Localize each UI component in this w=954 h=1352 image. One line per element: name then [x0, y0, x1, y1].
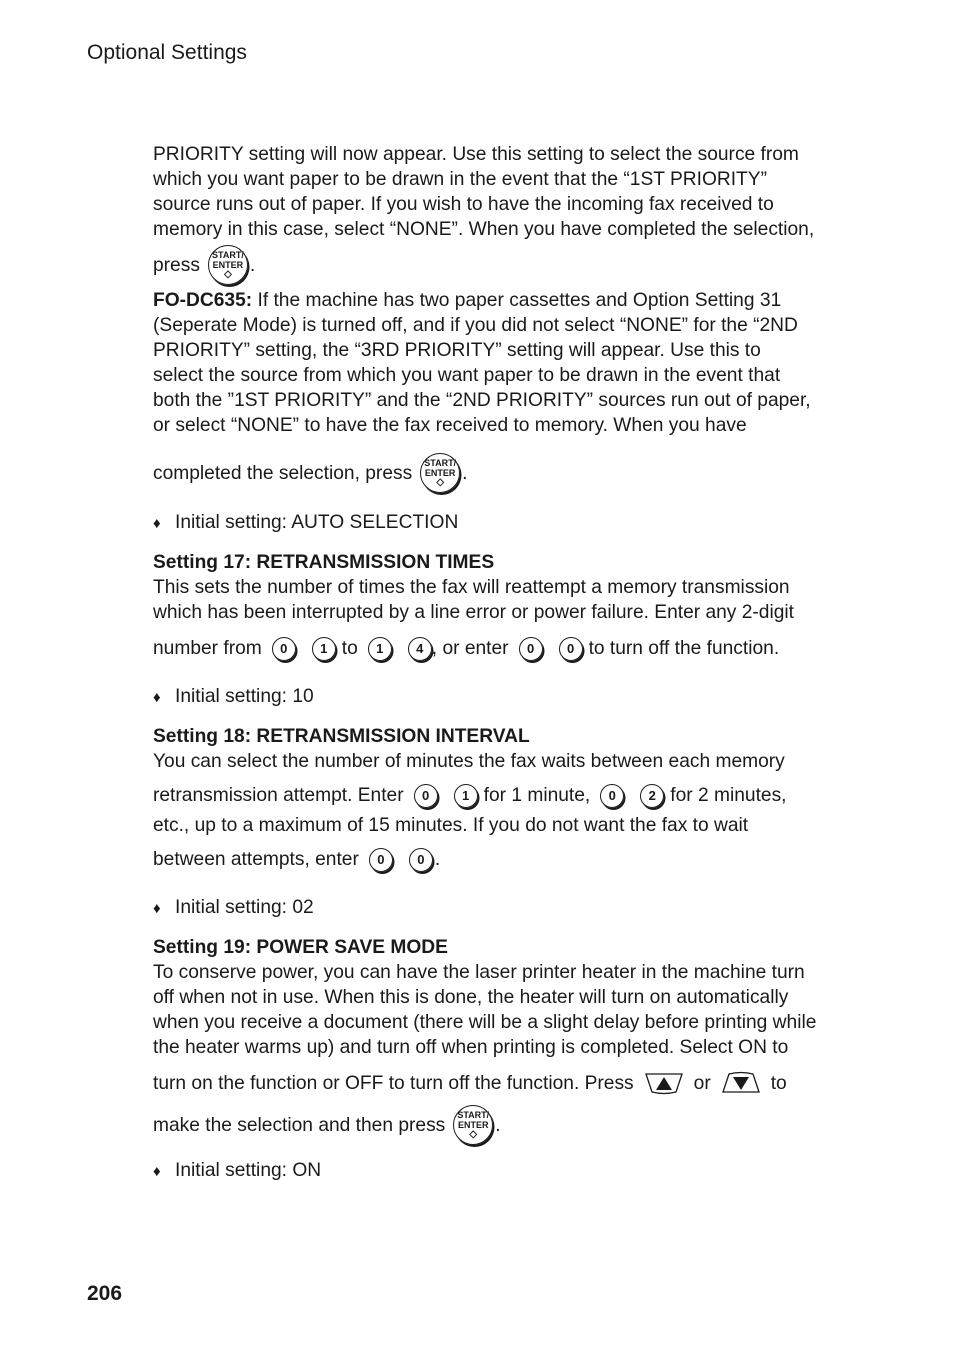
- key-2-icon: 2: [640, 783, 665, 808]
- period: .: [249, 254, 256, 276]
- press-label: press: [153, 254, 200, 276]
- paragraph-line: off when not in use. When this is done, …: [153, 987, 789, 1008]
- text: for 2 minutes,: [670, 785, 787, 806]
- start-enter-key-icon: START/ ENTER ◇: [420, 453, 461, 493]
- text: Initial setting: 02: [175, 897, 314, 918]
- period: .: [495, 1114, 501, 1136]
- setting-17-heading: Setting 17: RETRANSMISSION TIMES: [153, 552, 495, 573]
- paragraph-line: when you receive a document (there will …: [153, 1012, 817, 1033]
- paragraph-line: source runs out of paper. If you wish to…: [153, 194, 774, 215]
- text: retransmission attempt. Enter: [153, 785, 404, 806]
- paragraph-line: select the source from which you want pa…: [153, 365, 781, 386]
- initial-setting: ♦ Initial setting: 02: [153, 895, 853, 921]
- paragraph-line: To conserve power, you can have the lase…: [153, 962, 805, 983]
- paragraph-line: or select “NONE” to have the fax receive…: [153, 415, 747, 436]
- paragraph-line: which has been interrupted by a line err…: [153, 602, 794, 623]
- text: turn on the function or OFF to turn off …: [153, 1072, 634, 1094]
- number-range-line: number from 0 1 to 1 4 , or enter 0 0 to…: [153, 631, 853, 666]
- text: to turn off the function.: [588, 638, 780, 659]
- key-0-icon: 0: [413, 783, 438, 808]
- paragraph-line: FO-DC635: If the machine has two paper c…: [153, 288, 853, 313]
- start-symbol-icon: ◇: [436, 477, 445, 488]
- paragraph-line: You can select the number of minutes the…: [153, 751, 785, 772]
- paragraph-line: PRIORITY setting will now appear. Use th…: [153, 144, 799, 165]
- start-enter-key-icon: START/ ENTER ◇: [453, 1105, 494, 1145]
- key-1-icon: 1: [453, 783, 478, 808]
- key-0-icon: 0: [558, 636, 583, 661]
- text: Initial setting: AUTO SELECTION: [175, 512, 459, 533]
- setting-18-heading: Setting 18: RETRANSMISSION INTERVAL: [153, 726, 530, 747]
- key-1-icon: 1: [367, 636, 392, 661]
- text: Initial setting: ON: [175, 1160, 322, 1181]
- between-line: between attempts, enter 0 0 .: [153, 842, 853, 877]
- paragraph-line: both the ”1ST PRIORITY” and the “2ND PRI…: [153, 390, 811, 411]
- paragraph-line: etc., up to a maximum of 15 minutes. If …: [153, 815, 749, 836]
- paragraph-line: This sets the number of times the fax wi…: [153, 577, 790, 598]
- initial-setting: ♦ Initial setting: 10: [153, 684, 853, 710]
- setting-19-heading: Setting 19: POWER SAVE MODE: [153, 937, 448, 958]
- retrans-line: retransmission attempt. Enter 0 1 for 1 …: [153, 778, 853, 813]
- start-symbol-icon: ◇: [469, 1129, 478, 1140]
- model-label: FO-DC635:: [153, 290, 253, 311]
- key-1-icon: 1: [311, 636, 336, 661]
- text: completed the selection, press: [153, 462, 413, 484]
- key-4-icon: 4: [407, 636, 432, 661]
- text: make the selection and then press: [153, 1114, 446, 1136]
- text: to: [341, 638, 358, 659]
- text: If the machine has two paper cassettes a…: [252, 290, 782, 311]
- bullet-icon: ♦: [153, 689, 161, 706]
- page-content: PRIORITY setting will now appear. Use th…: [153, 142, 853, 1198]
- paragraph-line: which you want paper to be drawn in the …: [153, 169, 767, 190]
- key-0-icon: 0: [518, 636, 543, 661]
- text: to: [770, 1072, 787, 1094]
- key-0-icon: 0: [271, 636, 296, 661]
- text: Initial setting: 10: [175, 686, 314, 707]
- text: for 1 minute,: [483, 785, 591, 806]
- key-0-icon: 0: [600, 783, 625, 808]
- initial-setting: ♦ Initial setting: ON: [153, 1158, 853, 1184]
- up-arrow-key-icon: [644, 1071, 684, 1095]
- bullet-icon: ♦: [153, 1163, 161, 1180]
- text: between attempts, enter: [153, 849, 359, 870]
- paragraph-line: PRIORITY” setting, the “3RD PRIORITY” se…: [153, 340, 761, 361]
- make-selection-line: make the selection and then press START/…: [153, 1102, 853, 1148]
- key-0-icon: 0: [408, 847, 433, 872]
- press-arrows-line: turn on the function or OFF to turn off …: [153, 1060, 853, 1102]
- period: .: [462, 462, 468, 484]
- text: , or enter: [431, 638, 509, 659]
- key-text: START/: [212, 250, 244, 260]
- start-symbol-icon: ◇: [224, 269, 232, 280]
- paragraph-line: the heater warms up) and turn off when p…: [153, 1037, 789, 1058]
- press-line: press START/ ENTER ◇ .: [153, 242, 853, 288]
- paragraph-line: memory in this case, select “NONE”. When…: [153, 219, 815, 240]
- paragraph-line: (Seperate Mode) is turned off, and if yo…: [153, 315, 798, 336]
- key-text: START/: [424, 458, 457, 468]
- bullet-icon: ♦: [153, 900, 161, 917]
- text: or: [693, 1072, 711, 1094]
- initial-setting: ♦ Initial setting: AUTO SELECTION: [153, 510, 853, 536]
- page-number: 206: [87, 1282, 123, 1305]
- down-arrow-key-icon: [721, 1071, 761, 1095]
- section-title: Optional Settings: [87, 41, 247, 64]
- period: .: [434, 849, 441, 870]
- completed-line: completed the selection, press START/ EN…: [153, 438, 853, 502]
- key-text: START/: [457, 1110, 490, 1120]
- start-enter-key-icon: START/ ENTER ◇: [207, 245, 248, 285]
- text: number from: [153, 638, 262, 659]
- key-0-icon: 0: [368, 847, 393, 872]
- bullet-icon: ♦: [153, 515, 161, 532]
